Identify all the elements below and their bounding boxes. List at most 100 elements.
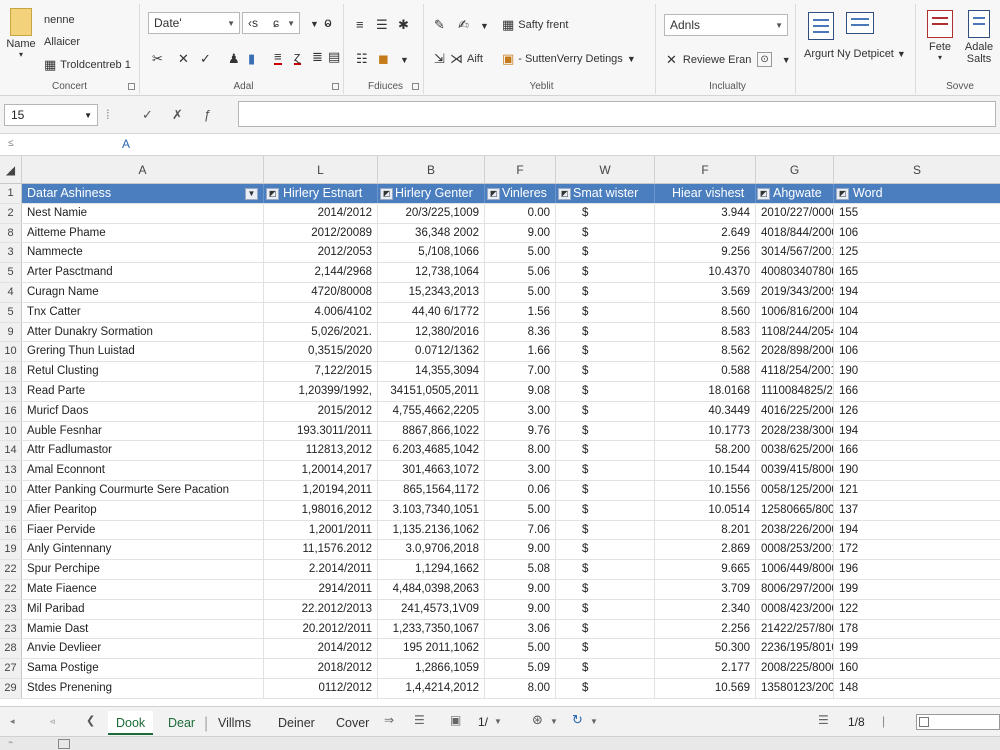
table-cell[interactable]: 112813,2012: [264, 441, 378, 461]
table-cell[interactable]: 2.2014/2011: [264, 560, 378, 579]
menu-icon[interactable]: ☰: [414, 713, 425, 727]
table-cell[interactable]: Fiaer Pervide: [22, 520, 264, 540]
table-cell[interactable]: 5.00: [485, 243, 556, 263]
table-cell[interactable]: 2010/227/0000: [756, 203, 834, 223]
editing-button[interactable]: Argurt Ny Detpicet ▼: [804, 48, 906, 60]
table-cell[interactable]: 301,4663,1072: [378, 461, 485, 480]
table-cell[interactable]: 1,233,7350,1067: [378, 619, 485, 639]
chevron-down-icon[interactable]: ▼: [494, 717, 502, 726]
function-icon[interactable]: ƒ: [204, 108, 211, 121]
table-cell[interactable]: 1.66: [485, 342, 556, 362]
table-cell[interactable]: 125: [834, 243, 1000, 262]
table-cell[interactable]: 165: [834, 263, 1000, 282]
table-cell[interactable]: 8.36: [485, 322, 556, 342]
table-cell[interactable]: 2008/225/8000: [756, 659, 834, 678]
table-cell[interactable]: $: [556, 203, 655, 223]
table-cell[interactable]: 106: [834, 342, 1000, 361]
table-cell[interactable]: 1,4,4214,2012: [378, 679, 485, 698]
chevron-down-icon[interactable]: ▼: [400, 54, 409, 67]
table-cell[interactable]: 9.76: [485, 421, 556, 441]
chevron-down-icon[interactable]: ▼: [480, 20, 489, 33]
table-cell[interactable]: 10.569: [655, 679, 756, 698]
table-cell[interactable]: 4720/80008: [264, 283, 378, 302]
table-cell[interactable]: 193.3011/2011: [264, 421, 378, 441]
table-cell[interactable]: 0038/625/2000: [756, 441, 834, 461]
table-cell[interactable]: $: [556, 599, 655, 619]
table-cell[interactable]: Mil Paribad: [22, 599, 264, 619]
table-cell[interactable]: 194: [834, 521, 1000, 540]
scroll-first-icon[interactable]: ◂: [10, 716, 15, 727]
row-number[interactable]: 10: [0, 342, 22, 362]
table-cell[interactable]: 6.203,4685,1042: [378, 441, 485, 461]
table-cell[interactable]: Auble Fesnhar: [22, 421, 264, 441]
table-cell[interactable]: Stdes Prenening: [22, 679, 264, 698]
table-cell[interactable]: 2.340: [655, 599, 756, 619]
table-cell[interactable]: $: [556, 382, 655, 401]
scissors-icon[interactable]: ✂: [152, 52, 163, 65]
table-cell[interactable]: $: [556, 659, 655, 678]
table-cell[interactable]: Mamie Dast: [22, 619, 264, 639]
collapse-icon[interactable]: ≤: [8, 138, 14, 149]
table-cell[interactable]: 1,2001/2011: [264, 520, 378, 540]
table-cell[interactable]: 10.0514: [655, 500, 756, 520]
table-cell[interactable]: $: [556, 500, 655, 520]
filter-icon[interactable]: ◩: [380, 188, 393, 200]
table-cell[interactable]: 8006/297/2000: [756, 580, 834, 599]
table-cell[interactable]: 7,122/2015: [264, 362, 378, 381]
table-header-cell[interactable]: Datar Ashiness: [22, 184, 264, 203]
table-cell[interactable]: 1006/449/8000: [756, 560, 834, 579]
table-cell[interactable]: 7.00: [485, 362, 556, 381]
table-cell[interactable]: 0008/423/2006: [756, 599, 834, 619]
dialog-launcher-icon[interactable]: [332, 83, 339, 90]
table-cell[interactable]: Curagn Name: [22, 283, 264, 302]
table-cell[interactable]: 0112/2012: [264, 679, 378, 698]
more-icon[interactable]: ⁞: [106, 108, 110, 121]
table-cell[interactable]: Retul Clusting: [22, 362, 264, 381]
horizontal-scrollbar[interactable]: [916, 714, 1000, 730]
table-cell[interactable]: 4118/254/2001: [756, 362, 834, 381]
row-number[interactable]: 8: [0, 223, 22, 243]
table-cell[interactable]: 1,20194,2011: [264, 481, 378, 500]
table-cell[interactable]: 126: [834, 402, 1000, 421]
sheet-tab[interactable]: Deiner: [270, 711, 323, 735]
check-icon[interactable]: ✓: [200, 52, 211, 65]
zoom-icon[interactable]: ⊛: [532, 712, 543, 728]
table-cell[interactable]: 2018/2012: [264, 659, 378, 678]
table-cell[interactable]: $: [556, 283, 655, 302]
dialog-launcher-icon[interactable]: [412, 83, 419, 90]
table-cell[interactable]: 3.06: [485, 619, 556, 639]
table-cell[interactable]: $: [556, 580, 655, 599]
table-cell[interactable]: $: [556, 322, 655, 342]
column-header[interactable]: F: [485, 156, 556, 184]
column-header[interactable]: B: [378, 156, 485, 184]
row-number[interactable]: 1: [0, 184, 22, 203]
formula-input[interactable]: [238, 101, 996, 127]
row-number[interactable]: 2: [0, 203, 22, 223]
table-cell[interactable]: 155: [834, 204, 1000, 223]
table-cell[interactable]: $: [556, 520, 655, 540]
cancel-icon[interactable]: ✗: [172, 108, 183, 121]
table-cell[interactable]: 2.256: [655, 619, 756, 639]
table-cell[interactable]: 137: [834, 501, 1000, 520]
table-cell[interactable]: 10.1556: [655, 481, 756, 500]
table-cell[interactable]: 2.649: [655, 223, 756, 243]
styles-dropdown[interactable]: Adnls ▼: [664, 14, 788, 36]
table-cell[interactable]: 3.00: [485, 401, 556, 421]
table-cell[interactable]: $: [556, 540, 655, 560]
table-cell[interactable]: 2012/2053: [264, 243, 378, 263]
row-number[interactable]: 5: [0, 263, 22, 282]
table-cell[interactable]: 9.256: [655, 243, 756, 263]
table-cell[interactable]: 1108/244/2054: [756, 322, 834, 342]
arrows-icon[interactable]: ⇒: [384, 713, 394, 727]
table-cell[interactable]: 0.588: [655, 362, 756, 381]
table-cell[interactable]: 0058/125/2000: [756, 481, 834, 500]
table-cell[interactable]: 9.665: [655, 560, 756, 579]
table-cell[interactable]: 5.00: [485, 283, 556, 302]
table-cell[interactable]: Anvie Devlieer: [22, 639, 264, 659]
table-cell[interactable]: 199: [834, 639, 1000, 658]
table-header-cell[interactable]: Ahgwate: [756, 184, 834, 203]
table-cell[interactable]: $: [556, 342, 655, 362]
table-cell[interactable]: 22.2012/2013: [264, 599, 378, 619]
table-cell[interactable]: 178: [834, 620, 1000, 639]
table-cell[interactable]: $: [556, 679, 655, 698]
